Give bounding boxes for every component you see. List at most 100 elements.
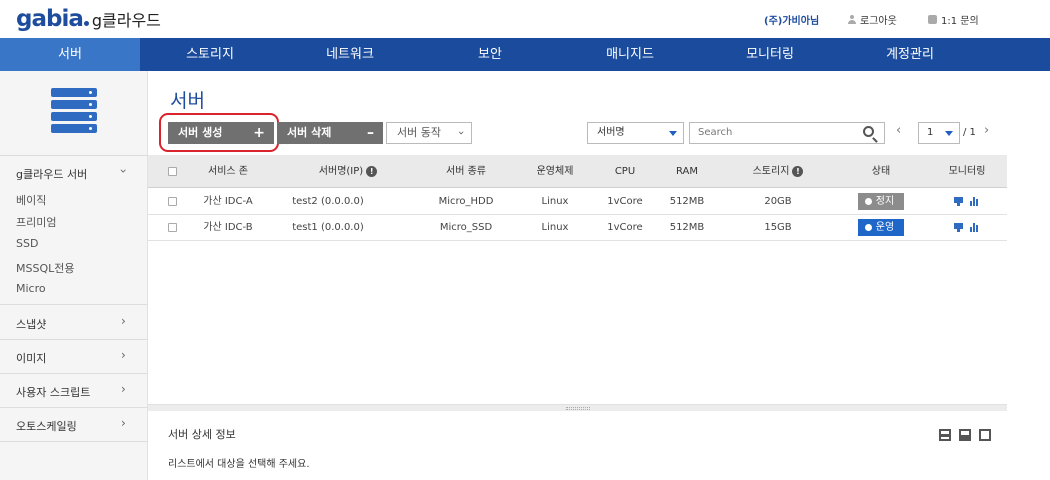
logo-sub: g클라우드 <box>91 11 161 30</box>
status-dot-icon <box>865 198 872 205</box>
page-total: / 1 <box>963 127 976 138</box>
select-all-checkbox[interactable] <box>168 167 177 176</box>
chevron-right-icon: › <box>121 416 126 430</box>
sidebar-item-mssql[interactable]: MSSQL전용 <box>16 260 74 276</box>
main-nav: 서버 스토리지 네트워크 보안 매니지드 모니터링 계정관리 <box>0 38 1050 71</box>
delete-server-label: 서버 삭제 <box>287 126 332 139</box>
col-status[interactable]: 상태 <box>856 155 906 188</box>
chevron-right-icon: › <box>121 314 126 328</box>
sidebar-section-label: 이미지 <box>16 352 47 365</box>
chevron-right-icon: › <box>121 382 126 396</box>
col-monitoring[interactable]: 모니터링 <box>940 155 994 188</box>
nav-security[interactable]: 보안 <box>420 38 560 71</box>
col-name[interactable]: 서버명(IP)! <box>303 155 393 188</box>
sidebar-group-title[interactable]: g클라우드 서버 <box>16 166 87 182</box>
info-icon[interactable]: ! <box>366 165 378 177</box>
nav-network[interactable]: 네트워크 <box>280 38 420 71</box>
nav-account[interactable]: 계정관리 <box>840 38 980 71</box>
nav-monitoring[interactable]: 모니터링 <box>700 38 840 71</box>
status-badge: 정지 <box>858 193 904 210</box>
cell-zone: 가산 IDC-B <box>203 222 253 233</box>
search-filter-select[interactable]: 서버명 <box>587 122 684 144</box>
cell-storage: 20GB <box>764 196 792 207</box>
cell-os: Linux <box>541 196 569 207</box>
col-ram[interactable]: RAM <box>662 155 712 188</box>
sidebar-section-label: 사용자 스크립트 <box>16 386 91 399</box>
logout-label: 로그아웃 <box>860 16 897 27</box>
server-action-dropdown[interactable]: 서버 동작 › <box>386 122 472 144</box>
caret-down-icon <box>945 131 953 136</box>
half-panel-icon[interactable] <box>959 429 971 441</box>
next-page-button[interactable]: › <box>984 123 989 138</box>
sidebar-section-image[interactable]: 이미지 › <box>0 339 148 374</box>
search-icon[interactable] <box>863 126 874 137</box>
server-stack-icon <box>51 88 97 134</box>
info-icon[interactable]: ! <box>792 165 804 177</box>
server-action-label: 서버 동작 <box>397 126 441 139</box>
monitor-icon[interactable] <box>954 223 963 232</box>
sidebar-section-label: 오토스케일링 <box>16 420 77 433</box>
row-checkbox[interactable] <box>168 223 177 232</box>
sidebar-item-premium[interactable]: 프리미엄 <box>16 214 56 230</box>
chevron-down-icon: › <box>454 130 468 136</box>
sidebar-item-basic[interactable]: 베이직 <box>16 192 46 208</box>
sidebar-item-ssd[interactable]: SSD <box>16 237 38 250</box>
logo-dot <box>83 21 89 26</box>
status-label: 정지 <box>875 196 895 207</box>
details-title: 서버 상세 정보 <box>168 428 236 441</box>
col-os[interactable]: 운영체제 <box>522 155 588 188</box>
logout-link[interactable]: 로그아웃 <box>848 12 897 27</box>
details-message: 리스트에서 대상을 선택해 주세요. <box>168 459 310 470</box>
sidebar-section-snapshot[interactable]: 스냅샷 › <box>0 304 148 339</box>
sidebar-section-autoscaling[interactable]: 오토스케일링 › <box>0 407 148 442</box>
sidebar-group-gcloud-server: g클라우드 서버 › 베이직 프리미엄 SSD MSSQL전용 Micro <box>0 155 148 305</box>
cell-os: Linux <box>541 222 569 233</box>
search-placeholder: Search <box>698 127 733 138</box>
gabia-logo[interactable]: gabia g클라우드 <box>16 6 161 32</box>
table-header: 서비스 존 서버명(IP)! 서버 종류 운영체제 CPU RAM 스토리지! … <box>148 155 1007 188</box>
create-server-button[interactable]: 서버 생성 + <box>168 122 274 144</box>
nav-storage[interactable]: 스토리지 <box>140 38 280 71</box>
sidebar-section-label: 스냅샷 <box>16 318 47 331</box>
search-filter-value: 서버명 <box>597 127 625 138</box>
col-zone[interactable]: 서비스 존 <box>190 155 266 188</box>
page-select[interactable]: 1 <box>918 122 960 144</box>
chevron-right-icon: › <box>121 348 126 362</box>
table-row[interactable]: 가산 IDC-A test2 (0.0.0.0) Micro_HDD Linux… <box>148 189 1007 215</box>
cell-type: Micro_SSD <box>439 222 493 233</box>
minimize-panel-icon[interactable] <box>939 429 951 441</box>
panel-splitter[interactable] <box>148 404 1007 411</box>
delete-server-button[interactable]: 서버 삭제 – <box>277 122 383 144</box>
col-cpu[interactable]: CPU <box>600 155 650 188</box>
chevron-down-icon[interactable]: › <box>116 169 130 174</box>
row-checkbox[interactable] <box>168 197 177 206</box>
col-storage-label: 스토리지 <box>752 166 790 177</box>
bar-chart-icon[interactable] <box>970 197 979 206</box>
status-dot-icon <box>865 224 872 231</box>
cell-cpu: 1vCore <box>607 196 643 207</box>
sidebar-item-micro[interactable]: Micro <box>16 282 46 295</box>
status-badge: 운영 <box>858 219 904 236</box>
prev-page-button[interactable]: ‹ <box>896 123 901 138</box>
nav-managed[interactable]: 매니지드 <box>560 38 700 71</box>
inquiry-link[interactable]: 1:1 문의 <box>928 12 979 27</box>
sidebar: g클라우드 서버 › 베이직 프리미엄 SSD MSSQL전용 Micro 스냅… <box>0 71 148 480</box>
bar-chart-icon[interactable] <box>970 223 979 232</box>
page-current: 1 <box>927 127 934 138</box>
company-name-link[interactable]: (주)가비아님 <box>764 12 819 27</box>
search-input[interactable]: Search <box>689 122 885 144</box>
nav-server[interactable]: 서버 <box>0 38 140 71</box>
monitor-icon[interactable] <box>954 197 963 206</box>
minus-icon: – <box>367 125 374 141</box>
edit-icon <box>928 15 937 24</box>
person-icon <box>848 15 856 24</box>
sidebar-section-user-script[interactable]: 사용자 스크립트 › <box>0 373 148 408</box>
plus-icon: + <box>253 125 265 141</box>
page-title: 서버 <box>170 90 205 112</box>
col-storage[interactable]: 스토리지! <box>738 155 818 188</box>
maximize-panel-icon[interactable] <box>979 429 991 441</box>
create-server-label: 서버 생성 <box>178 126 223 139</box>
splitter-grip-icon[interactable] <box>566 407 590 410</box>
table-row[interactable]: 가산 IDC-B test1 (0.0.0.0) Micro_SSD Linux… <box>148 215 1007 241</box>
col-type[interactable]: 서버 종류 <box>430 155 502 188</box>
